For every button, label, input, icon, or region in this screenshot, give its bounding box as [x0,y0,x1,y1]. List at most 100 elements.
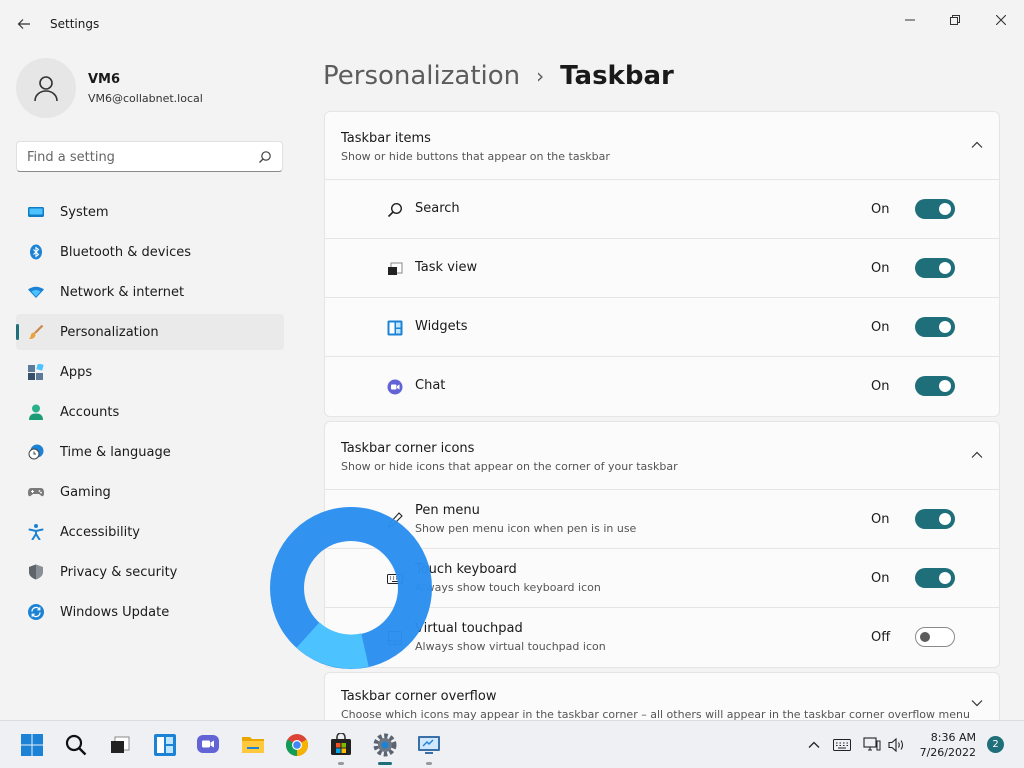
row-description: Always show touch keyboard icon [415,581,601,594]
setting-row-task-view: Task view On [325,239,999,298]
sidebar-item-windows-update[interactable]: Windows Update [16,594,284,630]
setting-row-touch-keyboard: Touch keyboard Always show touch keyboar… [325,549,999,608]
close-button[interactable] [978,6,1024,34]
taskbar: 8:36 AM 7/26/2022 2 [0,720,1024,768]
setting-row-search: Search On [325,180,999,239]
sidebar-item-privacy-security[interactable]: Privacy & security [16,554,284,590]
wifi-icon [28,284,44,300]
running-indicator [378,762,392,765]
touch-keyboard-tray-button[interactable] [832,735,852,755]
taskbar-remote-desktop-button[interactable] [414,730,444,765]
taskbar-corner-icons-card: Taskbar corner icons Show or hide icons … [324,421,1000,668]
chrome-icon [286,734,308,756]
keyboard-icon [833,739,851,751]
running-indicator [338,762,344,765]
sidebar-item-system[interactable]: System [16,194,284,230]
taskbar-settings-button[interactable] [370,730,400,765]
touch-keyboard-toggle[interactable] [915,568,955,588]
back-arrow-icon [17,19,30,29]
taskbar-items-card: Taskbar items Show or hide buttons that … [324,111,1000,417]
row-description: Always show virtual touchpad icon [415,640,606,653]
search-icon [387,202,403,218]
app-title: Settings [50,17,100,31]
section-subtitle: Show or hide buttons that appear on the … [341,150,610,163]
network-tray-button[interactable] [862,735,882,755]
taskbar-chrome-button[interactable] [282,730,312,760]
sidebar-item-apps[interactable]: Apps [16,354,284,390]
taskbar-task-view-button[interactable] [105,730,135,760]
chevron-up-icon [808,741,820,748]
paintbrush-icon [28,324,44,340]
apps-icon [28,364,44,380]
taskbar-chat-button[interactable] [193,730,223,760]
notification-badge[interactable]: 2 [987,736,1004,753]
widgets-toggle[interactable] [915,317,955,337]
search-input[interactable] [27,148,247,166]
user-profile[interactable]: VM6 VM6@collabnet.local [16,58,296,118]
update-icon [28,604,44,620]
chat-icon [387,379,403,395]
store-icon [331,733,351,755]
toggle-state-label: On [871,320,890,335]
task-view-icon [387,261,403,277]
taskbar-items-header[interactable]: Taskbar items Show or hide buttons that … [325,112,999,180]
user-name: VM6 [88,72,121,87]
widgets-icon [154,734,176,756]
sidebar-item-label: Windows Update [60,604,170,620]
title-bar: Settings [0,0,1024,48]
main-content: Taskbar items Show or hide buttons that … [324,111,1000,736]
task-view-toggle[interactable] [915,258,955,278]
section-title: Taskbar items [341,131,431,146]
restore-button[interactable] [932,6,978,34]
sidebar-item-gaming[interactable]: Gaming [16,474,284,510]
accessibility-icon [28,524,44,540]
row-label: Task view [415,260,478,275]
taskbar-corner-icons-header[interactable]: Taskbar corner icons Show or hide icons … [325,422,999,490]
breadcrumb-parent[interactable]: Personalization [323,61,520,91]
bluetooth-icon [28,244,44,260]
toggle-state-label: Off [871,630,891,645]
start-button[interactable] [17,730,47,760]
sidebar-item-accessibility[interactable]: Accessibility [16,514,284,550]
section-title: Taskbar corner overflow [341,689,497,704]
sidebar-item-label: Network & internet [60,284,185,300]
taskbar-clock[interactable]: 8:36 AM 7/26/2022 [912,730,976,760]
sidebar-item-personalization[interactable]: Personalization [16,314,284,350]
toggle-state-label: On [871,261,890,276]
person-icon [28,404,44,420]
setting-row-widgets: Widgets On [325,298,999,357]
search-icon[interactable] [258,150,272,164]
sidebar-item-time-language[interactable]: Time & language [16,434,284,470]
volume-tray-button[interactable] [887,735,907,755]
sidebar-nav: System Bluetooth & devices Network & int… [16,194,284,634]
pen-menu-toggle[interactable] [915,509,955,529]
minimize-button[interactable] [887,6,933,34]
user-email: VM6@collabnet.local [88,92,203,105]
taskbar-store-button[interactable] [326,730,356,765]
network-icon [863,737,881,751]
virtual-touchpad-toggle[interactable] [915,627,955,647]
search-toggle[interactable] [915,199,955,219]
settings-search[interactable] [16,141,283,172]
section-subtitle: Show or hide icons that appear on the co… [341,460,678,473]
breadcrumb-separator: › [536,64,545,88]
search-icon [65,734,87,756]
setting-row-pen-menu: Pen menu Show pen menu icon when pen is … [325,490,999,549]
sidebar-item-label: Accessibility [60,524,140,540]
clock-time: 8:36 AM [930,731,976,744]
sidebar-item-bluetooth[interactable]: Bluetooth & devices [16,234,284,270]
taskbar-file-explorer-button[interactable] [238,730,268,760]
chat-toggle[interactable] [915,376,955,396]
start-icon [21,734,43,756]
back-button[interactable] [10,10,38,38]
taskbar-widgets-button[interactable] [150,730,180,760]
row-label: Touch keyboard [415,562,517,577]
sidebar-item-network[interactable]: Network & internet [16,274,284,310]
chevron-down-icon [971,700,983,707]
sidebar-item-accounts[interactable]: Accounts [16,394,284,430]
toggle-state-label: On [871,571,890,586]
toggle-state-label: On [871,512,890,527]
sidebar-item-label: Privacy & security [60,564,178,580]
show-hidden-icons-button[interactable] [804,735,824,755]
taskbar-search-button[interactable] [61,730,91,760]
